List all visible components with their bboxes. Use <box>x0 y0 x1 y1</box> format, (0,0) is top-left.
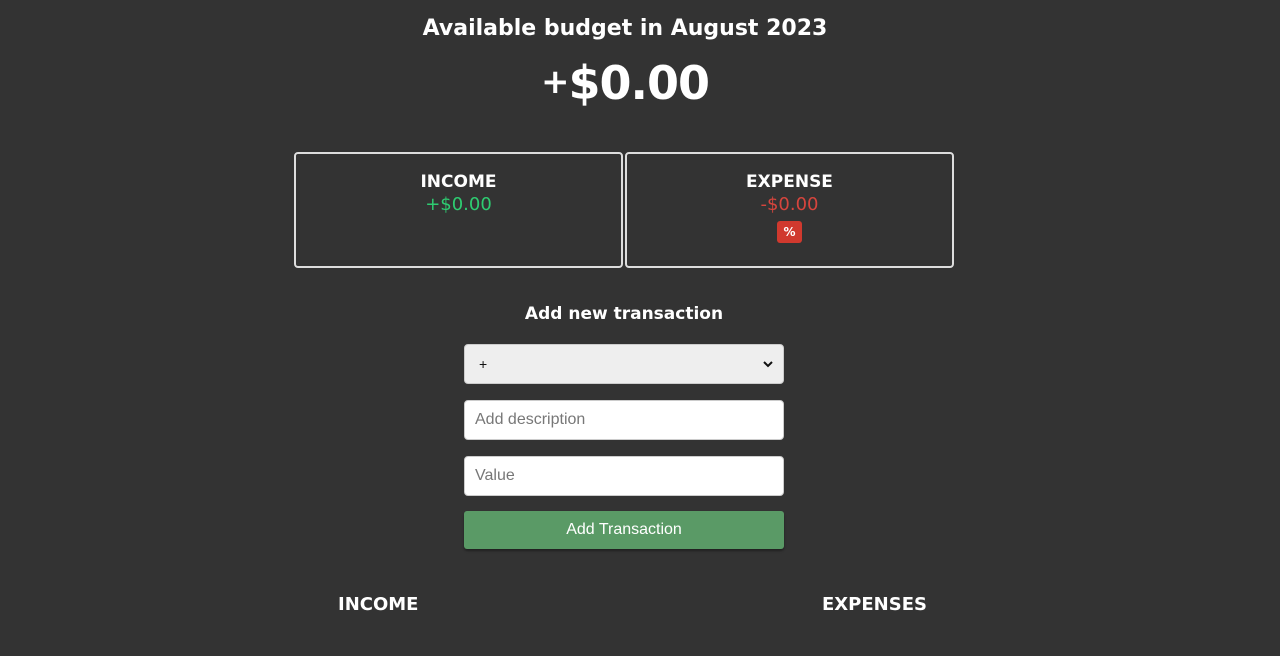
budget-app: Available budget in August 2023 +$0.00 I… <box>0 0 1280 656</box>
expenses-list-title: EXPENSES <box>822 594 927 615</box>
budget-total: +$0.00 <box>0 56 1250 110</box>
description-input[interactable] <box>464 400 784 440</box>
value-input[interactable] <box>464 456 784 496</box>
income-summary-value: +$0.00 <box>425 194 492 215</box>
summary-panel: INCOME +$0.00 EXPENSE -$0.00 % <box>294 152 954 268</box>
budget-total-amount: $0.00 <box>568 56 710 110</box>
expense-summary-value: -$0.00 <box>760 194 819 215</box>
expense-summary: EXPENSE -$0.00 % <box>625 152 954 268</box>
expense-percentage-badge: % <box>777 221 802 243</box>
income-list-title: INCOME <box>338 594 419 615</box>
transaction-type-value: + <box>479 356 488 372</box>
expense-summary-label: EXPENSE <box>746 172 833 192</box>
budget-total-sign: + <box>540 62 569 102</box>
transaction-form: + Add Transaction <box>464 344 784 549</box>
income-summary: INCOME +$0.00 <box>294 152 623 268</box>
add-transaction-button[interactable]: Add Transaction <box>464 511 784 549</box>
chevron-down-icon <box>763 360 773 367</box>
form-title: Add new transaction <box>524 304 724 324</box>
budget-title: Available budget in August 2023 <box>422 16 828 41</box>
income-summary-label: INCOME <box>420 172 497 192</box>
transaction-type-select[interactable]: + <box>464 344 784 384</box>
